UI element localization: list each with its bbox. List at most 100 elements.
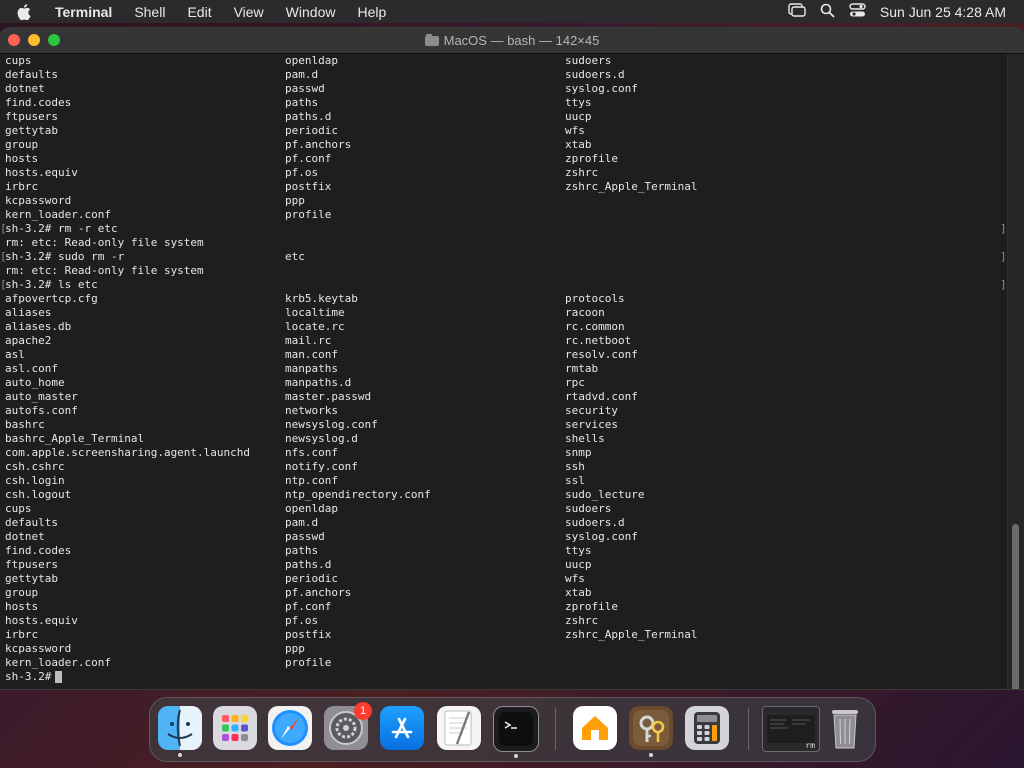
- terminal-cell: openldap: [285, 54, 338, 67]
- terminal-cell: gettytab: [5, 124, 58, 137]
- text-cursor: [55, 671, 63, 683]
- control-center-icon[interactable]: [849, 2, 866, 21]
- terminal-cell: rm: etc: Read-only file system: [5, 264, 204, 277]
- terminal-cell: rtadvd.conf: [565, 390, 638, 403]
- terminal-cell: cups: [5, 502, 32, 515]
- terminal-cell: apache2: [5, 334, 52, 347]
- finder-icon[interactable]: [158, 706, 202, 757]
- terminal-cell: com.apple.screensharing.agent.launchd: [5, 446, 251, 459]
- terminal-cell: pam.d: [285, 516, 319, 529]
- search-icon[interactable]: [820, 3, 835, 21]
- terminal-cell: kern_loader.conf: [5, 208, 111, 221]
- terminal-output-line: irbrc postfix zshrc_Apple_Terminal: [5, 180, 1008, 194]
- terminal-output-line: rm: etc: Read-only file system: [5, 264, 1008, 278]
- scrollbar-thumb[interactable]: [1012, 524, 1019, 689]
- terminal-cell: services: [565, 418, 618, 431]
- terminal-cell: sudoers: [565, 54, 612, 67]
- title-bar[interactable]: MacOS — bash — 142×45: [0, 28, 1024, 54]
- launchpad-icon[interactable]: [213, 706, 257, 750]
- terminal-cell: ftpusers: [5, 558, 58, 571]
- terminal-cell: rm: etc: Read-only file system: [5, 236, 204, 249]
- terminal-cell: pf.conf: [285, 152, 332, 165]
- screen-mirroring-icon[interactable]: [788, 3, 806, 20]
- terminal-output-line: hosts pf.conf zprofile: [5, 152, 1008, 166]
- scrollbar[interactable]: [1007, 54, 1024, 689]
- menu-shell[interactable]: Shell: [123, 4, 176, 20]
- apple-menu-icon[interactable]: [10, 3, 38, 20]
- calculator-icon[interactable]: [685, 706, 729, 750]
- menu-window[interactable]: Window: [275, 4, 347, 20]
- terminal-cell: resolv.conf: [565, 348, 638, 361]
- terminal-output-line: kern_loader.conf profile: [5, 208, 1008, 222]
- terminal-cell: zprofile: [565, 600, 618, 613]
- terminal-cell: [565, 278, 865, 292]
- menu-app-terminal[interactable]: Terminal: [44, 4, 123, 20]
- terminal-cell: etc: [285, 250, 305, 263]
- menu-clock[interactable]: Sun Jun 25 4:28 AM: [880, 4, 1006, 20]
- terminal-output[interactable]: cups openldap sudoers defaults pam.d sudoers.…: [0, 54, 1008, 689]
- terminal-output-line: com.apple.screensharing.agent.launchd nfs…: [5, 446, 1008, 460]
- terminal-cell: [565, 208, 865, 222]
- line-mark-open: [: [0, 222, 7, 235]
- terminal-cell: zshrc_Apple_Terminal: [565, 628, 698, 641]
- minimized-window-thumbnail[interactable]: rm: [762, 706, 820, 752]
- menu-edit[interactable]: Edit: [176, 4, 222, 20]
- terminal-cell: rmtab: [565, 362, 599, 375]
- terminal-cell: man.conf: [285, 348, 338, 361]
- terminal-command-line: [sh-3.2# ls etc]: [0, 278, 1008, 292]
- terminal-cell: sh-3.2# rm -r etc: [5, 222, 118, 235]
- terminal-cell: rc.netboot: [565, 334, 632, 347]
- terminal-cell: locate.rc: [285, 320, 345, 333]
- terminal-output-line: aliases.db locate.rc rc.common: [5, 320, 1008, 334]
- terminal-cell: racoon: [565, 306, 605, 319]
- terminal-cell: zshrc: [565, 614, 599, 627]
- terminal-prompt-line[interactable]: sh-3.2#: [5, 670, 1008, 684]
- terminal-output-line: ftpusers paths.d uucp: [5, 558, 1008, 572]
- terminal-output-line: csh.login ntp.conf ssl: [5, 474, 1008, 488]
- terminal-cell: paths: [285, 544, 319, 557]
- terminal-cell: dotnet: [5, 82, 45, 95]
- terminal-cell: [285, 264, 565, 278]
- terminal-output-line: ftpusers paths.d uucp: [5, 110, 1008, 124]
- running-indicator: [514, 754, 518, 758]
- terminal-cell: sudoers.d: [565, 68, 625, 81]
- terminal-cell: [565, 194, 865, 208]
- textedit-icon[interactable]: [437, 706, 481, 750]
- terminal-output-line: auto_master master.passwd rtadvd.conf: [5, 390, 1008, 404]
- terminal-cell: hosts: [5, 600, 39, 613]
- home-icon[interactable]: [573, 706, 617, 750]
- menu-view[interactable]: View: [223, 4, 275, 20]
- terminal-cell: newsyslog.conf: [285, 418, 378, 431]
- running-indicator: [649, 753, 653, 757]
- trash-icon[interactable]: [825, 706, 865, 750]
- line-mark-open: [: [0, 278, 7, 291]
- terminal-output-line: irbrc postfix zshrc_Apple_Terminal: [5, 628, 1008, 642]
- safari-icon[interactable]: [268, 706, 312, 750]
- terminal-output-line: defaults pam.d sudoers.d: [5, 68, 1008, 82]
- terminal-output-line: csh.logout ntp_opendirectory.conf sudo_lec…: [5, 488, 1008, 502]
- dock-separator: [555, 708, 556, 750]
- app-store-icon[interactable]: [380, 706, 424, 750]
- terminal-cell: profile: [285, 208, 332, 221]
- terminal-cell: ftpusers: [5, 110, 58, 123]
- terminal-cell: irbrc: [5, 628, 39, 641]
- menu-help[interactable]: Help: [346, 4, 397, 20]
- terminal-output-line: kcpassword ppp: [5, 194, 1008, 208]
- terminal-cell: rc.common: [565, 320, 625, 333]
- terminal-cell: zshrc: [565, 166, 599, 179]
- terminal-app-icon[interactable]: [493, 706, 539, 758]
- terminal-cell: networks: [285, 404, 338, 417]
- dock: 1 rm: [149, 697, 876, 762]
- dock-separator: [748, 708, 749, 750]
- terminal-cell: postfix: [285, 180, 332, 193]
- terminal-cell: uucp: [565, 558, 592, 571]
- terminal-output-line: find.codes paths ttys: [5, 96, 1008, 110]
- keychain-access-icon[interactable]: [629, 706, 673, 757]
- running-indicator: [178, 753, 182, 757]
- menu-bar: Terminal Shell Edit View Window Help Sun…: [0, 0, 1024, 23]
- terminal-cell: periodic: [285, 124, 338, 137]
- terminal-cell: csh.cshrc: [5, 460, 65, 473]
- terminal-output-line: dotnet passwd syslog.conf: [5, 530, 1008, 544]
- terminal-cell: periodic: [285, 572, 338, 585]
- system-settings-icon[interactable]: 1: [324, 702, 372, 750]
